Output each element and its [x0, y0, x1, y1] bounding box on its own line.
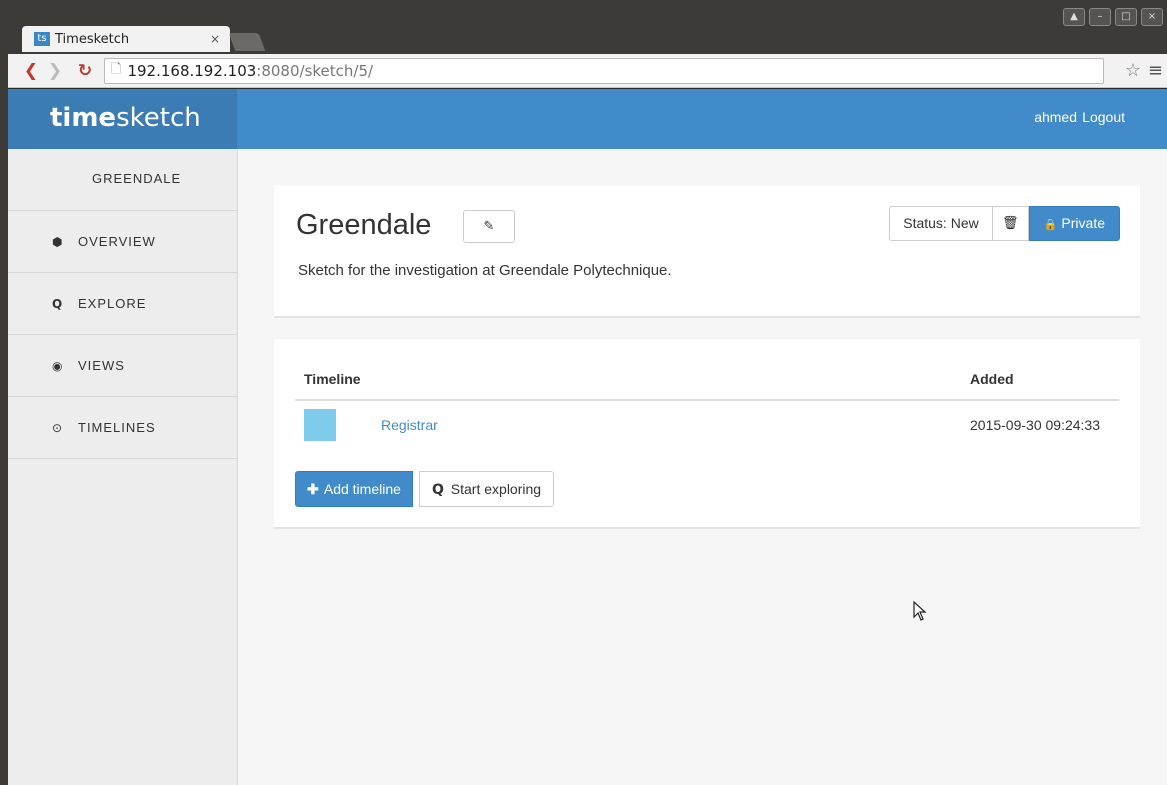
sidebar-item-label: VIEWS	[78, 358, 125, 373]
favicon-icon: ts	[34, 32, 50, 46]
top-navbar: timesketch ahmed Logout	[8, 89, 1167, 149]
eye-icon: ◉	[52, 358, 63, 373]
table-header: Timeline Added	[295, 339, 1119, 401]
brand-logo[interactable]: timesketch	[50, 103, 201, 133]
timeline-color-swatch[interactable]	[304, 409, 336, 441]
browser-toolbar: ❮ ❯ ↻ 🗋 192.168.192.103 :8080/sketch/5/ …	[8, 54, 1167, 88]
column-header-timeline: Timeline	[304, 371, 361, 387]
logout-link[interactable]: Logout	[1082, 109, 1125, 125]
start-exploring-button[interactable]: Q Start exploring	[419, 471, 555, 507]
add-timeline-button[interactable]: ✚ Add timeline	[295, 471, 413, 507]
trash-icon: 🗑	[1001, 216, 1019, 231]
close-window-icon[interactable]: ×	[1141, 8, 1163, 26]
user-icon[interactable]: ▲	[1063, 8, 1085, 26]
window-frame	[0, 0, 8, 785]
bookmark-star-icon[interactable]: ☆	[1125, 60, 1141, 81]
sidebar-item-overview[interactable]: ⬢ OVERVIEW	[8, 211, 237, 273]
timeline-name-link[interactable]: Registrar	[381, 417, 438, 433]
clock-icon: ⊙	[52, 420, 63, 435]
cube-icon: ⬢	[52, 234, 63, 249]
tab-title: Timesketch	[55, 31, 130, 47]
username-link[interactable]: ahmed	[1034, 109, 1077, 125]
status-button[interactable]: Status: New	[889, 206, 993, 241]
brand-box: timesketch	[8, 89, 237, 149]
sidebar-item-views[interactable]: ◉ VIEWS	[8, 335, 237, 397]
reload-icon[interactable]: ↻	[74, 61, 96, 81]
window-controls: ▲ – □ ×	[1063, 8, 1163, 26]
url-path: :8080/sketch/5/	[256, 61, 374, 80]
sidebar-item-label: TIMELINES	[78, 420, 156, 435]
url-host: 192.168.192.103	[127, 61, 257, 80]
plus-icon: ✚	[307, 481, 319, 497]
sketch-actions: Status: New 🗑 🔒 Private	[889, 206, 1120, 241]
sidebar-sketch-title[interactable]: GREENDALE	[8, 149, 237, 211]
browser-tab[interactable]: ts Timesketch ×	[22, 26, 230, 52]
search-icon: Q	[52, 296, 63, 311]
sketch-title: Greendale	[296, 209, 432, 241]
tab-close-icon[interactable]: ×	[210, 32, 220, 46]
back-icon[interactable]: ❮	[20, 61, 42, 81]
sidebar-item-explore[interactable]: Q EXPLORE	[8, 273, 237, 335]
timeline-added-date: 2015-09-30 09:24:33	[970, 417, 1100, 433]
table-row: Registrar 2015-09-30 09:24:33	[295, 401, 1119, 449]
address-bar[interactable]: 🗋 192.168.192.103 :8080/sketch/5/	[104, 57, 1104, 84]
sidebar-item-label: EXPLORE	[78, 296, 147, 311]
pencil-icon: ✎	[483, 219, 495, 234]
new-tab-button[interactable]	[228, 33, 266, 51]
edit-title-button[interactable]: ✎	[463, 210, 515, 243]
sketch-description: Sketch for the investigation at Greendal…	[298, 262, 672, 279]
sidebar-item-label: OVERVIEW	[78, 234, 156, 249]
delete-button[interactable]: 🗑	[992, 206, 1029, 241]
page-icon: 🗋	[111, 61, 122, 77]
private-button[interactable]: 🔒 Private	[1028, 206, 1120, 241]
add-timeline-label: Add timeline	[323, 481, 401, 497]
search-icon: Q	[432, 482, 444, 498]
lock-icon: 🔒	[1043, 218, 1058, 231]
menu-icon[interactable]: ≡	[1148, 60, 1163, 81]
forward-icon[interactable]: ❯	[44, 61, 66, 81]
private-label: Private	[1061, 215, 1105, 231]
app-viewport: timesketch ahmed Logout GREENDALE ⬢ OVER…	[8, 89, 1167, 785]
minimize-icon[interactable]: –	[1089, 8, 1111, 26]
timelines-card: Timeline Added Registrar 2015-09-30 09:2…	[274, 339, 1140, 529]
start-exploring-label: Start exploring	[450, 481, 542, 497]
sketch-header-card: Greendale ✎ Sketch for the investigation…	[274, 185, 1140, 318]
column-header-added: Added	[970, 371, 1014, 387]
sidebar-item-timelines[interactable]: ⊙ TIMELINES	[8, 397, 237, 459]
sidebar: GREENDALE ⬢ OVERVIEW Q EXPLORE ◉ VIEWS ⊙…	[8, 149, 238, 785]
maximize-icon[interactable]: □	[1115, 8, 1137, 26]
